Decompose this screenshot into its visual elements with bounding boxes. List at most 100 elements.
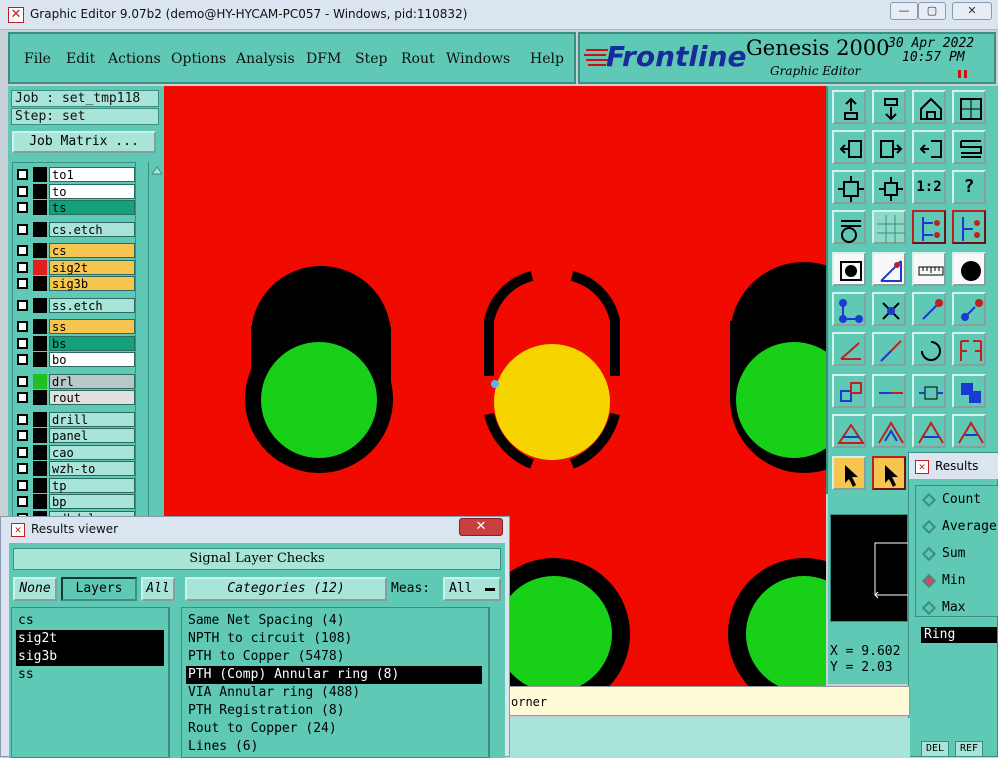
ref-button[interactable]: REF [955,741,983,757]
layer-color-swatch[interactable] [33,297,47,313]
layer-name[interactable]: cao [49,444,135,460]
layer-color-swatch[interactable] [33,390,47,405]
menu-rout[interactable]: Rout [401,51,435,67]
close-button[interactable]: ✕ [952,2,992,20]
zoom-area-icon[interactable] [872,170,906,204]
layer-color-swatch[interactable] [33,352,47,367]
layer-row[interactable]: ts [15,200,135,215]
layer-name[interactable]: bp [49,494,135,509]
layer-checkbox[interactable] [17,446,28,458]
radio-average[interactable] [921,519,937,535]
layer-checkbox[interactable] [17,185,28,197]
layer-checkbox[interactable] [17,321,28,332]
pan-right-icon[interactable] [872,130,906,164]
job-matrix-button[interactable]: Job Matrix ... [12,131,156,153]
option-average[interactable]: Average [942,519,997,534]
layer-checkbox[interactable] [17,375,28,387]
select-pointer-active-icon[interactable] [872,456,906,490]
category-item-selected[interactable]: PTH (Comp) Annular ring (8) [186,666,482,684]
result-layer-sig2t[interactable]: sig2t [16,630,164,648]
layer-checkbox[interactable] [17,337,28,349]
pan-left-icon[interactable] [832,130,866,164]
radio-min[interactable] [921,573,937,589]
radio-max[interactable] [921,600,937,616]
center-icon[interactable] [832,170,866,204]
layer-color-swatch[interactable] [33,428,47,443]
zoom-in-icon[interactable] [832,90,866,124]
layer-name[interactable]: cs.etch [49,221,135,237]
redraw-icon[interactable] [952,130,986,164]
layer-color-swatch[interactable] [33,411,47,427]
help-button[interactable]: ? [952,170,986,204]
overview-canvas[interactable] [830,514,910,622]
menu-options[interactable]: Options [171,51,226,67]
home-icon[interactable] [912,90,946,124]
layer-row[interactable]: ss.etch [15,297,135,313]
measure-icon[interactable] [872,252,906,286]
scroll-up-icon[interactable] [149,163,165,177]
layer-name[interactable]: wzh-to [49,461,135,476]
layer-row[interactable]: ss [15,319,135,334]
category-item[interactable]: NPTH to circuit (108) [186,630,482,648]
radio-count[interactable] [921,492,937,508]
option-min[interactable]: Min [942,573,965,588]
net-display-icon[interactable] [952,210,986,244]
layer-name[interactable]: to1 [49,167,135,182]
meas-select[interactable]: All [443,577,501,601]
layer-row[interactable]: panel [15,428,135,443]
layer-checkbox[interactable] [17,354,28,365]
move-icon[interactable] [832,374,866,408]
menu-help[interactable]: Help [530,51,564,67]
layer-row[interactable]: tp [15,477,135,493]
triangle-measure-c-icon[interactable] [912,414,946,448]
layer-checkbox[interactable] [17,202,28,213]
add-line-icon[interactable] [912,292,946,326]
category-item[interactable]: VIA Annular ring (488) [186,684,482,702]
layer-name[interactable]: ts [49,200,135,215]
layer-name[interactable]: drl [49,373,135,389]
layer-checkbox[interactable] [17,479,28,491]
categories-button[interactable]: Categories (12) [185,577,387,601]
layer-row[interactable]: cs.etch [15,221,135,237]
slope-icon[interactable] [872,332,906,366]
menu-analysis[interactable]: Analysis [236,51,295,67]
layer-name[interactable]: sig2t [49,259,135,275]
layer-checkbox[interactable] [17,278,28,289]
category-item[interactable]: PTH to Copper (5478) [186,648,482,666]
layer-color-swatch[interactable] [33,167,47,182]
zoom-out-icon[interactable] [872,90,906,124]
layer-color-swatch[interactable] [33,200,47,215]
layer-result-scrollbar[interactable] [169,607,179,758]
option-max[interactable]: Max [942,600,965,615]
category-scrollbar[interactable] [489,607,501,758]
menu-dfm[interactable]: DFM [306,51,341,67]
select-pointer-icon[interactable] [832,456,866,490]
layer-row[interactable]: bs [15,335,135,351]
layer-name[interactable]: drill [49,411,135,427]
angle-icon[interactable] [832,332,866,366]
add-pad-icon[interactable] [952,292,986,326]
mirror-icon[interactable] [952,332,986,366]
layer-name[interactable]: panel [49,428,135,443]
menu-edit[interactable]: Edit [66,51,95,67]
layer-row[interactable]: sig3b [15,276,135,291]
maximize-button[interactable]: ▢ [918,2,946,20]
layer-name[interactable]: bo [49,352,135,367]
layer-color-swatch[interactable] [33,477,47,493]
layers-all-button[interactable]: All [141,577,175,601]
ruler-icon[interactable] [912,252,946,286]
layer-row[interactable]: rout [15,390,135,405]
layers-none-button[interactable]: None [13,577,57,601]
layer-checkbox[interactable] [17,245,28,256]
layer-row[interactable]: cs [15,243,135,258]
layer-checkbox[interactable] [17,299,28,311]
layer-row[interactable]: to1 [15,167,135,182]
palette-icon[interactable] [832,210,866,244]
layer-result-list[interactable]: cs sig2t sig3b ss [11,607,169,758]
align-icon[interactable] [872,374,906,408]
layer-row[interactable]: drl [15,373,135,389]
layer-color-swatch[interactable] [33,373,47,389]
fit-window-icon[interactable] [952,90,986,124]
result-layer-sig3b[interactable]: sig3b [16,648,164,666]
delete-feature-icon[interactable] [872,292,906,326]
